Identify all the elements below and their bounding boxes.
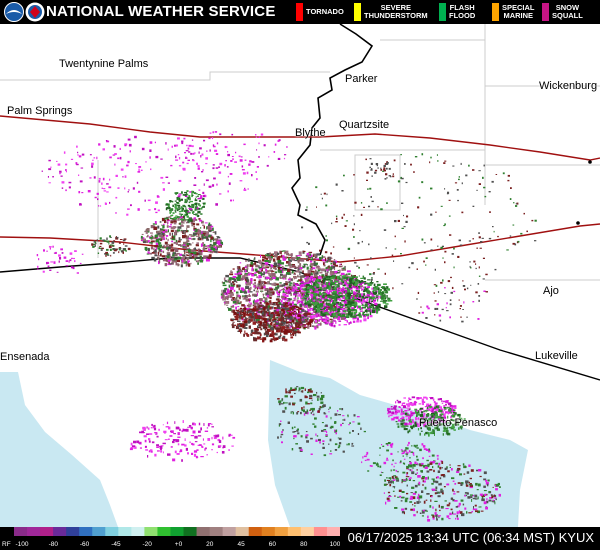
legend-swatch: [542, 3, 549, 21]
scale-tick-label: +0: [175, 541, 183, 548]
scale-tick-label: -45: [111, 541, 121, 548]
header-bar: NATIONAL WEATHER SERVICE TORNADO SEVERE T…: [0, 0, 600, 24]
scale-tick-label: -100: [15, 541, 28, 548]
legend-tornado: TORNADO: [296, 0, 356, 24]
legend-swatch: [492, 3, 499, 21]
place-wickenburg: Wickenburg: [539, 80, 598, 92]
place-ajo: Ajo: [543, 285, 559, 297]
noaa-logo-icon: [4, 2, 24, 22]
scale-prefix: RF: [2, 541, 11, 548]
place-parker: Parker: [345, 73, 378, 85]
legend-swatch: [439, 3, 446, 21]
scale-tick-label: 60: [269, 541, 277, 548]
pacific-ocean: [0, 372, 118, 527]
nws-title: NATIONAL WEATHER SERVICE: [46, 3, 276, 20]
gulf-of-california: [268, 360, 528, 527]
legend-label: SPECIAL MARINE: [502, 3, 535, 20]
legend-label: FLASH FLOOD: [449, 3, 476, 20]
place-ensenada: Ensenada: [0, 351, 50, 363]
place-quartzsite: Quartzsite: [339, 119, 390, 131]
scale-tick-label: 100: [330, 541, 340, 548]
legend-swatch: [296, 3, 303, 21]
legend-label: SEVERE THUNDERSTORM: [364, 3, 428, 20]
state-border: [291, 23, 374, 256]
legend-severe-thunderstorm: SEVERE THUNDERSTORM: [354, 0, 436, 24]
legend-special-marine: SPECIAL MARINE: [492, 0, 535, 24]
place-blythe: Blythe: [295, 127, 326, 139]
legend-label: TORNADO: [306, 7, 344, 16]
warning-legend: TORNADO SEVERE THUNDERSTORM FLASH FLOOD SP…: [284, 0, 600, 24]
legend-snow-squall: SNOW SQUALL: [542, 0, 583, 24]
radar-map: [0, 23, 600, 527]
scale-tick-label: -20: [142, 541, 152, 548]
scale-tick-label: -60: [80, 541, 90, 548]
place-palm-springs: Palm Springs: [7, 105, 73, 117]
scale-tick-label: -80: [49, 541, 59, 548]
place-lukeville: Lukeville: [535, 350, 578, 362]
scale-tick-label: 45: [237, 541, 245, 548]
timestamp: 06/17/2025 13:34 UTC (06:34 MST) KYUX: [347, 530, 594, 545]
scale-tick-label: 20: [206, 541, 214, 548]
legend-swatch: [354, 3, 361, 21]
nws-logo-icon: [25, 2, 45, 22]
place-puerto-penasco: Puerto Penasco: [419, 417, 498, 429]
place-twentynine-palms: Twentynine Palms: [59, 58, 149, 70]
legend-label: SNOW SQUALL: [552, 3, 583, 20]
reflectivity-scale: RF -100 -80 -60 -45 -20 +0 20 45 60 80 100: [2, 527, 340, 548]
legend-flash-flood: FLASH FLOOD: [439, 0, 479, 24]
scale-tick-label: 80: [300, 541, 308, 548]
